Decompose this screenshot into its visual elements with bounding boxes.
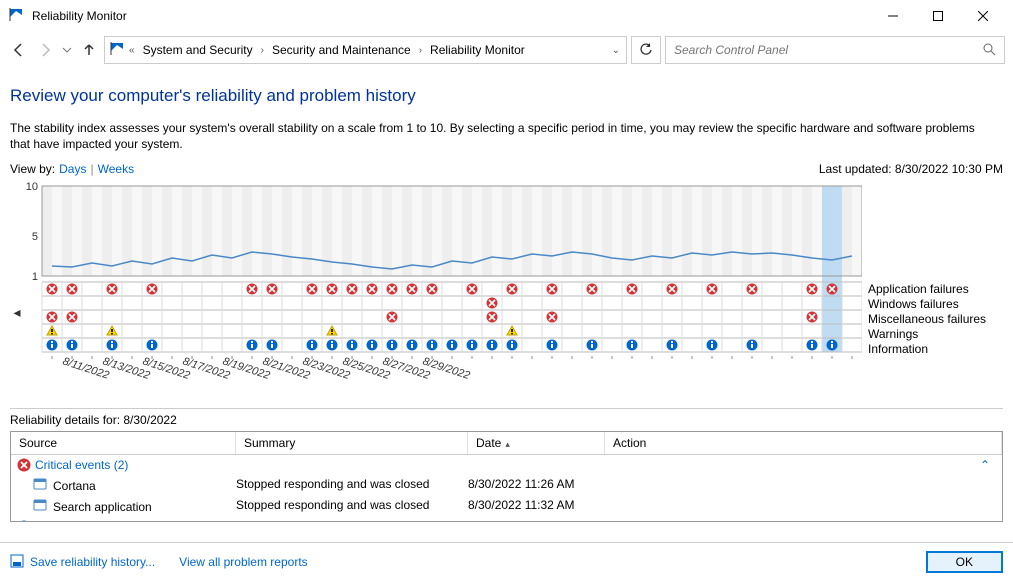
- reliability-chart[interactable]: 15108/11/20228/13/20228/15/20228/17/2022…: [24, 182, 862, 402]
- close-button[interactable]: [960, 1, 1005, 31]
- address-bar[interactable]: « System and Security › Security and Mai…: [104, 36, 627, 64]
- breadcrumb-seg-3[interactable]: Reliability Monitor: [426, 41, 529, 59]
- app-event-icon: [33, 477, 47, 494]
- svg-text:10: 10: [26, 182, 38, 193]
- search-input[interactable]: [674, 43, 974, 57]
- viewby-label: View by:: [10, 162, 55, 176]
- legend-information: Information: [868, 342, 999, 357]
- info-icon: [17, 520, 31, 521]
- chevron-left-icon: «: [127, 45, 137, 56]
- page-title: Review your computer's reliability and p…: [10, 86, 1003, 106]
- table-row[interactable]: Search application Stopped responding an…: [11, 496, 1002, 517]
- chevron-right-icon: ›: [417, 45, 424, 56]
- chevron-down-icon[interactable]: ⌄: [610, 45, 622, 56]
- table-row[interactable]: Cortana Stopped responding and was close…: [11, 475, 1002, 496]
- legend-win-failures: Windows failures: [868, 297, 999, 312]
- refresh-button[interactable]: [631, 36, 661, 64]
- history-dropdown[interactable]: [60, 45, 74, 55]
- minimize-button[interactable]: [870, 1, 915, 31]
- ok-button[interactable]: OK: [926, 551, 1003, 573]
- maximize-button[interactable]: [915, 1, 960, 31]
- svg-text:5: 5: [32, 231, 38, 243]
- column-summary[interactable]: Summary: [236, 432, 468, 454]
- viewby-weeks[interactable]: Weeks: [98, 162, 134, 176]
- up-button[interactable]: [78, 39, 100, 61]
- breadcrumb-seg-2[interactable]: Security and Maintenance: [268, 41, 415, 59]
- app-icon: [8, 7, 24, 26]
- details-for-label: Reliability details for: 8/30/2022: [10, 413, 1003, 427]
- legend-app-failures: Application failures: [868, 282, 999, 297]
- save-history-link[interactable]: Save reliability history...: [10, 554, 155, 571]
- column-date[interactable]: Date▴: [468, 432, 605, 454]
- svg-text:1: 1: [32, 271, 38, 283]
- search-box[interactable]: [665, 36, 1005, 64]
- search-icon[interactable]: [982, 42, 996, 59]
- view-all-reports-link[interactable]: View all problem reports: [179, 555, 308, 569]
- app-event-icon: [33, 498, 47, 515]
- back-button[interactable]: [8, 39, 30, 61]
- breadcrumb-seg-1[interactable]: System and Security: [139, 41, 257, 59]
- column-action[interactable]: Action: [605, 432, 1002, 454]
- forward-button[interactable]: [34, 39, 56, 61]
- collapse-icon[interactable]: ⌃: [980, 458, 996, 472]
- group-informational[interactable]: Informational events (2): [11, 517, 1002, 521]
- window-title: Reliability Monitor: [32, 9, 870, 23]
- group-critical[interactable]: Critical events (2) ⌃: [11, 455, 1002, 475]
- legend-warnings: Warnings: [868, 327, 999, 342]
- chevron-right-icon: ›: [259, 45, 266, 56]
- page-description: The stability index assesses your system…: [10, 120, 990, 152]
- legend-misc-failures: Miscellaneous failures: [868, 312, 999, 327]
- viewby-days[interactable]: Days: [59, 162, 86, 176]
- save-icon: [10, 554, 24, 571]
- scroll-left-button[interactable]: ◂: [10, 182, 24, 402]
- flag-icon: [109, 41, 125, 60]
- column-source[interactable]: Source: [11, 432, 236, 454]
- sort-asc-icon: ▴: [505, 439, 510, 449]
- last-updated: Last updated: 8/30/2022 10:30 PM: [819, 162, 1003, 176]
- error-icon: [17, 458, 31, 472]
